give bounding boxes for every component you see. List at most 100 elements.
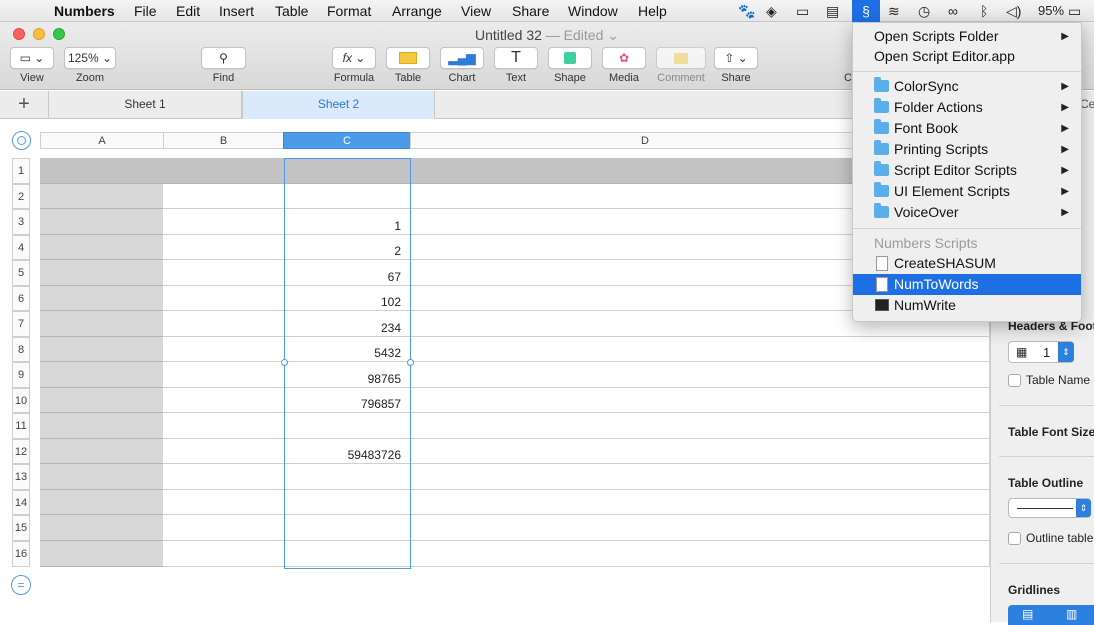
menu-folder-ui-element-scripts[interactable]: UI Element Scripts ▶ <box>853 181 1081 202</box>
cell-c1[interactable] <box>283 158 411 184</box>
row-header-4[interactable]: 4 <box>12 235 30 260</box>
row-header-14[interactable]: 14 <box>12 490 30 515</box>
selection-handle-left[interactable] <box>281 359 288 366</box>
cell-d2[interactable] <box>410 184 881 209</box>
shape-button[interactable] <box>548 47 592 69</box>
binoculars-icon[interactable]: ∞ <box>948 3 958 19</box>
battery-percent[interactable]: 95% <box>1038 3 1064 18</box>
menu-view[interactable]: View <box>461 3 491 19</box>
row-header-11[interactable]: 11 <box>12 413 30 439</box>
cell-d12[interactable] <box>410 439 881 464</box>
menu-edit[interactable]: Edit <box>176 3 200 19</box>
cell-a8[interactable] <box>40 337 164 362</box>
time-machine-icon[interactable]: ◷ <box>918 3 930 20</box>
cell-c15[interactable] <box>283 515 411 541</box>
cell-c5[interactable]: 67 <box>283 260 411 286</box>
cell-c10[interactable]: 796857 <box>283 388 411 413</box>
cell-b9[interactable] <box>163 362 284 388</box>
cell-c11[interactable] <box>283 413 411 439</box>
menu-folder-voiceover[interactable]: VoiceOver ▶ <box>853 202 1081 223</box>
cell-d1[interactable] <box>410 158 881 184</box>
chart-button[interactable]: ▂▄▆ <box>440 47 484 69</box>
cell-b10[interactable] <box>163 388 284 413</box>
menu-item-open-script-editor[interactable]: Open Script Editor.app <box>853 46 1081 67</box>
gridlines-vertical-icon[interactable]: ▥ <box>1066 607 1077 621</box>
cell-a3[interactable] <box>40 209 164 235</box>
menu-format[interactable]: Format <box>327 3 371 19</box>
outline-table-checkbox[interactable] <box>1008 532 1021 545</box>
wifi-icon[interactable]: ≋ <box>888 3 900 20</box>
cell-e16[interactable] <box>880 541 990 567</box>
menu-folder-folder-actions[interactable]: Folder Actions ▶ <box>853 97 1081 118</box>
add-sheet-button[interactable]: + <box>0 91 49 119</box>
selection-handle-right[interactable] <box>407 359 414 366</box>
cell-b2[interactable] <box>163 184 284 209</box>
cell-a1[interactable] <box>40 158 164 184</box>
cell-b12[interactable] <box>163 439 284 464</box>
cell-c6[interactable]: 102 <box>283 286 411 311</box>
battery-icon[interactable]: ▭ <box>1068 3 1081 20</box>
row-header-1[interactable]: 1 <box>12 158 30 184</box>
cell-a16[interactable] <box>40 541 164 567</box>
row-header-5[interactable]: 5 <box>12 260 30 286</box>
paw-icon[interactable]: 🐾 <box>738 3 755 20</box>
cell-b15[interactable] <box>163 515 284 541</box>
row-header-9[interactable]: 9 <box>12 362 30 388</box>
row-header-16[interactable]: 16 <box>12 541 30 567</box>
select-table-handle[interactable] <box>12 131 31 150</box>
cell-c3[interactable]: 1 <box>283 209 411 235</box>
formula-button[interactable]: fx ⌄ <box>332 47 376 69</box>
cell-b7[interactable] <box>163 311 284 337</box>
header-rows-stepper[interactable]: ▦ 1 ⇕ <box>1008 341 1074 363</box>
cell-a14[interactable] <box>40 490 164 515</box>
row-header-7[interactable]: 7 <box>12 311 30 337</box>
gridlines-toggle-group[interactable]: ▤ ▥ <box>1008 605 1094 625</box>
menu-folder-script-editor-scripts[interactable]: Script Editor Scripts ▶ <box>853 160 1081 181</box>
cell-e11[interactable] <box>880 413 990 439</box>
cell-b13[interactable] <box>163 464 284 490</box>
menu-table[interactable]: Table <box>275 3 308 19</box>
cell-c16[interactable] <box>283 541 411 567</box>
share-button[interactable]: ⇧ ⌄ <box>714 47 758 69</box>
tab-sheet-1[interactable]: Sheet 1 <box>49 91 242 119</box>
menu-folder-colorsync[interactable]: ColorSync ▶ <box>853 76 1081 97</box>
tab-sheet-2[interactable]: Sheet 2 <box>242 91 435 119</box>
stepper-arrows-icon[interactable]: ⇕ <box>1058 342 1074 362</box>
cell-d16[interactable] <box>410 541 881 567</box>
menu-numbers[interactable]: Numbers <box>54 3 115 19</box>
cell-d4[interactable] <box>410 235 881 260</box>
media-button[interactable]: ✿ <box>602 47 646 69</box>
outline-style-select[interactable]: ⇕ <box>1008 498 1091 518</box>
cell-b5[interactable] <box>163 260 284 286</box>
cell-a13[interactable] <box>40 464 164 490</box>
cell-c9[interactable]: 98765 <box>283 362 411 388</box>
column-header-b[interactable]: B <box>163 132 284 149</box>
cell-e10[interactable] <box>880 388 990 413</box>
cell-d5[interactable] <box>410 260 881 286</box>
menu-script-numwrite[interactable]: NumWrite <box>853 295 1081 316</box>
dropbox-icon[interactable]: ◈ <box>766 3 777 20</box>
cell-c13[interactable] <box>283 464 411 490</box>
cell-b16[interactable] <box>163 541 284 567</box>
column-header-a[interactable]: A <box>40 132 164 149</box>
column-header-d[interactable]: D <box>410 132 880 149</box>
menu-folder-printing-scripts[interactable]: Printing Scripts ▶ <box>853 139 1081 160</box>
cell-c4[interactable]: 2 <box>283 235 411 260</box>
script-menu-icon[interactable]: § <box>852 0 880 22</box>
menu-item-open-scripts-folder[interactable]: Open Scripts Folder ▶ <box>853 26 1081 47</box>
menu-file[interactable]: File <box>134 3 157 19</box>
menu-help[interactable]: Help <box>638 3 667 19</box>
cell-a9[interactable] <box>40 362 164 388</box>
cell-e8[interactable] <box>880 337 990 362</box>
add-row-button[interactable]: = <box>11 575 31 595</box>
airplay-icon[interactable]: ▭ <box>796 3 809 20</box>
menu-script-numtowords[interactable]: NumToWords <box>853 274 1081 295</box>
cell-c14[interactable] <box>283 490 411 515</box>
cell-d9[interactable] <box>410 362 881 388</box>
keyboard-icon[interactable]: ▤ <box>826 3 839 20</box>
cell-a12[interactable] <box>40 439 164 464</box>
menu-insert[interactable]: Insert <box>219 3 254 19</box>
menu-window[interactable]: Window <box>568 3 618 19</box>
row-header-12[interactable]: 12 <box>12 439 30 464</box>
cell-b1[interactable] <box>163 158 284 184</box>
